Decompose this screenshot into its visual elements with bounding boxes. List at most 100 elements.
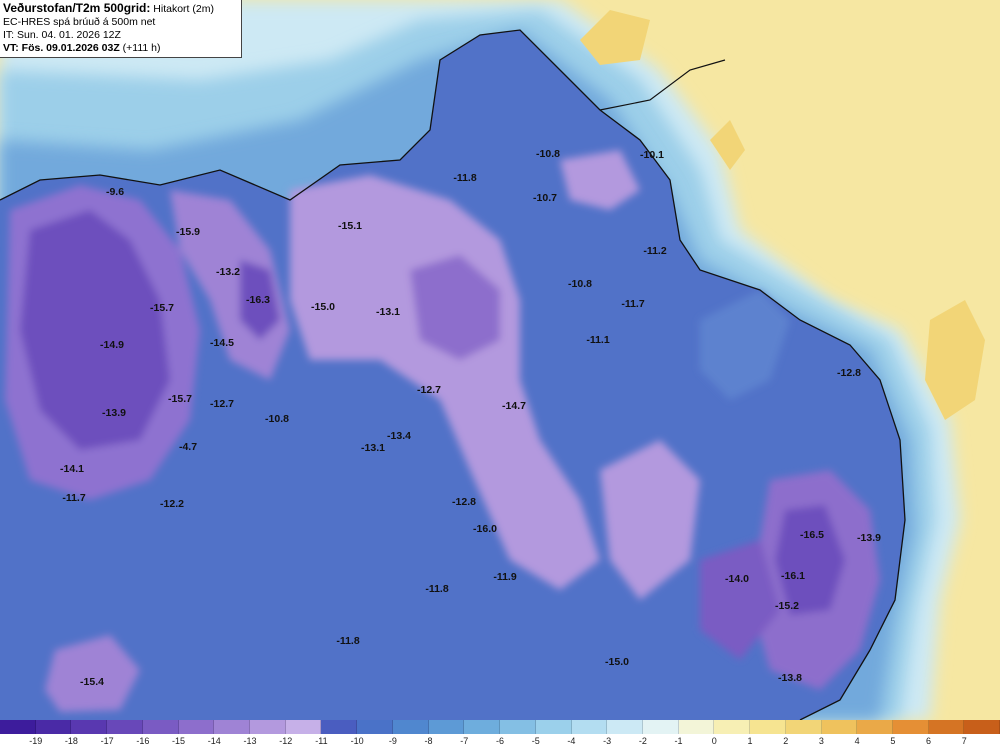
legend-tick-label: 4 bbox=[854, 736, 860, 746]
temperature-value-label: -10.8 bbox=[536, 148, 560, 160]
legend-swatch bbox=[535, 720, 572, 734]
legend-swatch bbox=[107, 720, 143, 734]
temperature-value-label: -12.7 bbox=[210, 398, 234, 410]
legend-tick-label: 2 bbox=[783, 736, 789, 746]
legend-swatch bbox=[428, 720, 465, 734]
temperature-value-label: -12.7 bbox=[417, 384, 441, 396]
map-info-box: Veðurstofan/T2m 500grid: Hitakort (2m) E… bbox=[0, 0, 242, 58]
temperature-value-label: -11.9 bbox=[493, 571, 517, 583]
init-time: IT: Sun. 04. 01. 2026 12Z bbox=[3, 29, 121, 41]
temperature-value-label: -13.4 bbox=[387, 430, 411, 442]
temperature-value-label: -10.1 bbox=[640, 149, 664, 161]
legend-tick-label: -18 bbox=[64, 736, 78, 746]
legend-ticks: -19 -18 -17 -16 -15 -14 -13 -12 -11 -10 -9 -8 -7 -6 -5… bbox=[0, 734, 1000, 748]
temperature-value-label: -11.8 bbox=[336, 635, 360, 647]
legend-tick-label: -11 bbox=[315, 736, 328, 746]
legend-swatch bbox=[785, 720, 822, 734]
temperature-value-label: -15.4 bbox=[80, 676, 104, 688]
legend-tick-label: -10 bbox=[350, 736, 364, 746]
legend-tick-label: -15 bbox=[172, 736, 186, 746]
temperature-value-label: -11.1 bbox=[586, 334, 610, 346]
temperature-value-label: -11.8 bbox=[425, 583, 449, 595]
map-subtitle: Hitakort (2m) bbox=[153, 3, 214, 15]
legend-tick-label: -4 bbox=[567, 736, 576, 746]
temperature-value-label: -10.8 bbox=[265, 413, 289, 425]
legend-swatch bbox=[607, 720, 643, 734]
temperature-value-label: -14.5 bbox=[210, 337, 234, 349]
legend-tick-label: -13 bbox=[243, 736, 257, 746]
legend-swatch bbox=[71, 720, 108, 734]
temperature-value-label: -14.7 bbox=[502, 400, 526, 412]
legend-tick-label: -14 bbox=[207, 736, 221, 746]
legend-swatch bbox=[250, 720, 286, 734]
legend-tick-label: -17 bbox=[100, 736, 114, 746]
legend-swatch bbox=[892, 720, 929, 734]
color-legend: -19 -18 -17 -16 -15 -14 -13 -12 -11 -10 -9 -8 -7 -6 -5… bbox=[0, 720, 1000, 748]
legend-tick-label: 5 bbox=[890, 736, 896, 746]
legend-tick-label: 6 bbox=[926, 736, 932, 746]
legend-tick-label: -1 bbox=[674, 736, 683, 746]
temperature-value-label: -11.7 bbox=[621, 298, 645, 310]
temperature-value-label: -11.8 bbox=[453, 172, 477, 184]
temperature-value-label: -15.9 bbox=[176, 226, 200, 238]
temperature-value-label: -14.9 bbox=[100, 339, 124, 351]
temperature-value-label: -10.8 bbox=[568, 278, 592, 290]
legend-swatch bbox=[35, 720, 72, 734]
weather-map-view: Veðurstofan/T2m 500grid: Hitakort (2m) E… bbox=[0, 0, 1000, 748]
temperature-value-label: -13.1 bbox=[376, 306, 400, 318]
legend-swatch bbox=[178, 720, 215, 734]
legend-tick-label: 0 bbox=[711, 736, 717, 746]
legend-swatch bbox=[928, 720, 965, 734]
map-title: Veðurstofan/T2m 500grid: bbox=[3, 1, 151, 15]
temperature-value-label: -11.7 bbox=[62, 492, 86, 504]
legend-swatch bbox=[571, 720, 608, 734]
legend-swatch bbox=[964, 720, 1000, 734]
legend-tick-label: -12 bbox=[279, 736, 293, 746]
model-description: EC-HRES spá brúuð á 500m net bbox=[3, 16, 156, 28]
temperature-value-label: -16.5 bbox=[800, 529, 824, 541]
temperature-value-label: -12.8 bbox=[837, 367, 861, 379]
legend-tick-label: -5 bbox=[531, 736, 540, 746]
temperature-value-label: -13.1 bbox=[361, 442, 385, 454]
legend-swatch bbox=[142, 720, 179, 734]
legend-swatch bbox=[678, 720, 715, 734]
temperature-value-label: -14.1 bbox=[60, 463, 84, 475]
temperature-value-label: -15.0 bbox=[605, 656, 629, 668]
temperature-value-label: -12.8 bbox=[452, 496, 476, 508]
legend-swatch bbox=[500, 720, 536, 734]
legend-tick-label: -19 bbox=[29, 736, 43, 746]
temperature-value-label: -10.7 bbox=[533, 192, 557, 204]
legend-swatch bbox=[0, 720, 36, 734]
legend-tick-label: 3 bbox=[818, 736, 824, 746]
legend-tick-label: -2 bbox=[638, 736, 647, 746]
temperature-map bbox=[0, 0, 1000, 720]
legend-tick-label: -3 bbox=[603, 736, 612, 746]
legend-tick-label: -7 bbox=[460, 736, 469, 746]
temperature-value-label: -13.9 bbox=[102, 407, 126, 419]
temperature-value-label: -13.9 bbox=[857, 532, 881, 544]
temperature-value-label: -15.2 bbox=[775, 600, 799, 612]
temperature-value-label: -16.0 bbox=[473, 523, 497, 535]
legend-tick-label: -8 bbox=[424, 736, 433, 746]
legend-swatch bbox=[214, 720, 251, 734]
temperature-value-label: -16.1 bbox=[781, 570, 805, 582]
temperature-value-label: -15.7 bbox=[150, 302, 174, 314]
legend-tick-label: -9 bbox=[388, 736, 397, 746]
temperature-value-label: -15.7 bbox=[168, 393, 192, 405]
temperature-value-label: -16.3 bbox=[246, 294, 270, 306]
legend-swatch bbox=[392, 720, 429, 734]
legend-tick-label: -16 bbox=[136, 736, 150, 746]
legend-swatch bbox=[642, 720, 679, 734]
legend-swatch bbox=[821, 720, 858, 734]
valid-time: VT: Fös. 09.01.2026 03Z bbox=[3, 42, 120, 54]
temperature-value-label: -15.1 bbox=[338, 220, 362, 232]
legend-swatch bbox=[321, 720, 358, 734]
temperature-value-label: -14.0 bbox=[725, 573, 749, 585]
temperature-value-label: -13.8 bbox=[778, 672, 802, 684]
legend-swatch bbox=[750, 720, 786, 734]
legend-swatch bbox=[285, 720, 322, 734]
temperature-value-label: -4.7 bbox=[178, 441, 198, 453]
legend-swatch bbox=[714, 720, 751, 734]
temperature-value-label: -11.2 bbox=[643, 245, 667, 257]
legend-swatch bbox=[464, 720, 501, 734]
